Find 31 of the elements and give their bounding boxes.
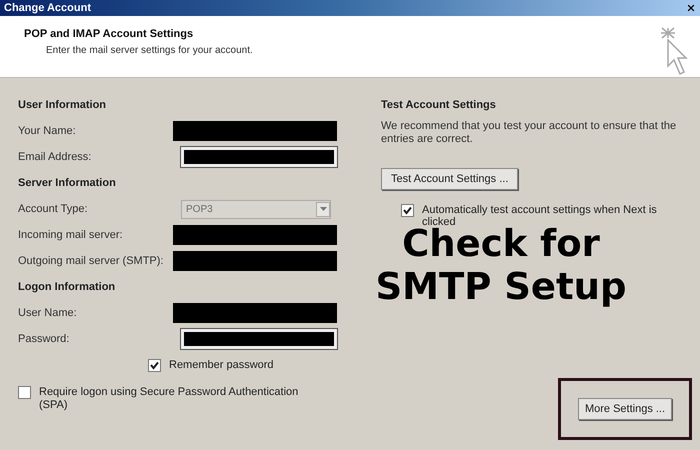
close-icon[interactable] xyxy=(686,3,696,13)
window-title: Change Account xyxy=(4,0,91,16)
checkbox[interactable] xyxy=(18,386,31,399)
section-heading: User Information xyxy=(18,98,108,113)
checkbox[interactable] xyxy=(148,358,161,372)
test-description: We recommend that you test your account to ensure that the entries are correct. xyxy=(381,120,678,146)
field-label: User Name: xyxy=(18,306,77,321)
field-label: Email Address: xyxy=(18,150,92,165)
redacted-field[interactable] xyxy=(181,147,337,167)
redacted-field[interactable] xyxy=(173,303,337,323)
field-label: Incoming mail server: xyxy=(18,228,123,243)
checkbox-label: Remember password xyxy=(169,358,274,373)
header-subtitle: Enter the mail server settings for your account. xyxy=(45,44,253,58)
more-settings-button[interactable]: More Settings ... xyxy=(578,398,672,420)
field-label: Your Name: xyxy=(18,124,76,139)
redacted-field[interactable] xyxy=(181,329,337,349)
section-heading: Server Information xyxy=(18,176,117,191)
check-icon xyxy=(403,206,412,215)
redacted-field[interactable] xyxy=(173,251,337,271)
section-heading: Test Account Settings xyxy=(381,98,497,113)
section-heading: Logon Information xyxy=(18,280,116,295)
redacted-field[interactable] xyxy=(173,225,337,245)
check-icon xyxy=(150,360,159,370)
header-title: POP and IMAP Account Settings xyxy=(24,27,194,42)
checkbox-label: Require logon using Secure Password Authentication (SPA) xyxy=(39,386,300,412)
field-label: Account Type: xyxy=(18,202,88,217)
field-label: Outgoing mail server (SMTP): xyxy=(18,254,164,269)
test-account-settings-button[interactable]: Test Account Settings ... xyxy=(381,168,518,190)
field-label: Password: xyxy=(18,332,70,347)
checkbox[interactable] xyxy=(401,204,414,217)
redacted-field[interactable] xyxy=(173,121,337,141)
